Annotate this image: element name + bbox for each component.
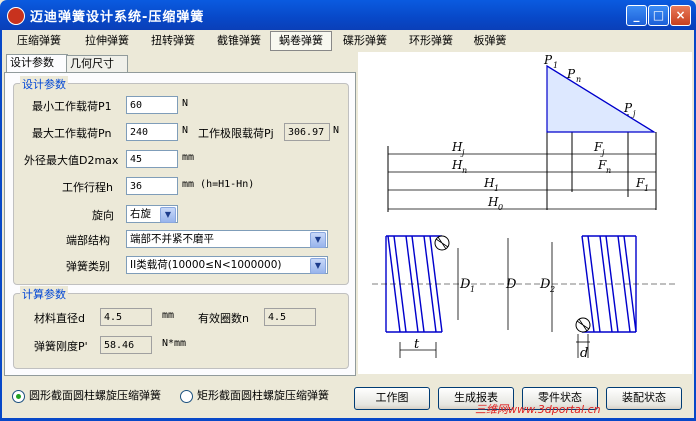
menu-leaf[interactable]: 板弹簧 [466,32,514,50]
svg-text:1: 1 [470,285,475,294]
svg-text:n: n [462,166,467,175]
label-pn: P [566,67,576,81]
p1-label: 最小工作载荷P1 [32,100,112,113]
stiffness-label: 弹簧刚度P' [34,340,88,353]
assembly-state-button[interactable]: 装配状态 [606,387,682,410]
load-type-select[interactable]: II类载荷(10000≤N<1000000) ▼ [126,256,328,274]
pn-input[interactable]: 240 [126,123,178,141]
svg-text:n: n [606,166,611,175]
chevron-down-icon[interactable]: ▼ [310,232,326,248]
radio-unselected-icon[interactable] [180,389,193,403]
app-icon [7,7,25,25]
pj-output: 306.97 [284,123,330,141]
pn-label: 最大工作载荷Pn [32,127,112,140]
svg-text:n: n [576,75,581,84]
d2max-input[interactable]: 45 [126,150,178,168]
svg-text:0: 0 [498,203,503,212]
wire-diameter-output: 4.5 [100,308,152,326]
coils-label: 有效圈数n [198,312,249,325]
menu-torsion[interactable]: 扭转弹簧 [144,32,202,50]
maximize-button[interactable]: □ [648,5,669,26]
tab-geometry[interactable]: 几何尺寸 [66,55,128,72]
coils-output: 4.5 [264,308,316,326]
pn-unit: N [182,125,189,136]
close-button[interactable]: × [670,5,691,26]
stroke-input[interactable]: 36 [126,177,178,195]
label-p1: P [543,53,553,67]
d2max-label: 外径最大值D2max [24,154,119,167]
stiffness-output: 58.46 [100,336,152,354]
svg-text:1: 1 [644,184,649,193]
p1-input[interactable]: 60 [126,96,178,114]
pj-unit: N [333,125,340,136]
menu-compression[interactable]: 压缩弹簧 [10,32,68,50]
svg-text:1: 1 [553,61,558,70]
radio-rect-section[interactable]: 矩形截面圆柱螺旋压缩弹簧 [180,387,329,403]
calc-params-group: 计算参数 材料直径d 4.5 mm 有效圈数n 4.5 弹簧刚度P' 58.46… [13,286,349,369]
wire-diameter-unit: mm [162,310,175,321]
svg-text:1: 1 [494,184,499,193]
label-pj: P [623,101,633,115]
wire-diameter-label: 材料直径d [34,312,85,325]
radio-round-label: 圆形截面圆柱螺旋压缩弹簧 [29,389,161,402]
design-panel: 设计参数 最小工作载荷P1 60 N 最大工作载荷Pn 240 N 工作极限载荷… [4,72,356,376]
tab-design-params[interactable]: 设计参数 [6,54,68,73]
label-d: D [505,277,517,292]
calc-group-title: 计算参数 [20,286,68,302]
radio-rect-label: 矩形截面圆柱螺旋压缩弹簧 [197,389,329,402]
type-label: 弹簧类别 [66,260,110,273]
menu-spiral[interactable]: 蜗卷弹簧 [270,31,332,51]
end-structure-value: 端部不并紧不磨平 [130,233,214,245]
end-label: 端部结构 [66,234,110,247]
watermark: 三维网www.3dportal.cn [475,403,601,416]
p1-unit: N [182,98,189,109]
menu-conical[interactable]: 截锥弹簧 [210,32,268,50]
spring-type-menu: 压缩弹簧 拉伸弹簧 扭转弹簧 截锥弹簧 蜗卷弹簧 碟形弹簧 环形弹簧 板弹簧 [2,30,694,52]
chevron-down-icon[interactable]: ▼ [160,207,176,223]
stroke-label: 工作行程h [62,181,113,194]
title-bar: 迈迪弹簧设计系统-压缩弹簧 _ □ × [0,0,696,30]
working-drawing-button[interactable]: 工作图 [354,387,430,410]
window-title: 迈迪弹簧设计系统-压缩弹簧 [30,10,205,25]
minimize-button[interactable]: _ [626,5,647,26]
rotation-select[interactable]: 右旋 ▼ [126,205,178,223]
stiffness-unit: N*mm [162,338,187,349]
d2max-unit: mm [182,152,195,163]
svg-text:2: 2 [549,285,555,294]
end-structure-select[interactable]: 端部不并紧不磨平 ▼ [126,230,328,248]
label-wire-d: d [580,346,588,361]
spring-diagram: P 1 P n P j H j H n H 1 H 0 F j F n F 1 [358,52,692,374]
rotation-label: 旋向 [92,209,114,222]
menu-disc[interactable]: 碟形弹簧 [336,32,394,50]
pj-label: 工作极限载荷Pj [198,127,274,140]
chevron-down-icon[interactable]: ▼ [310,258,326,274]
stroke-unit: mm (h=H1-Hn) [182,179,255,190]
menu-ring[interactable]: 环形弹簧 [402,32,460,50]
menu-extension[interactable]: 拉伸弹簧 [78,32,136,50]
design-params-group: 设计参数 最小工作载荷P1 60 N 最大工作载荷Pn 240 N 工作极限载荷… [13,76,349,285]
radio-selected-icon[interactable] [12,389,25,403]
rotation-value: 右旋 [130,208,151,220]
radio-round-section[interactable]: 圆形截面圆柱螺旋压缩弹簧 [12,387,161,403]
load-type-value: II类载荷(10000≤N<1000000) [130,259,282,271]
label-pitch: t [414,337,420,352]
design-group-title: 设计参数 [20,76,68,92]
